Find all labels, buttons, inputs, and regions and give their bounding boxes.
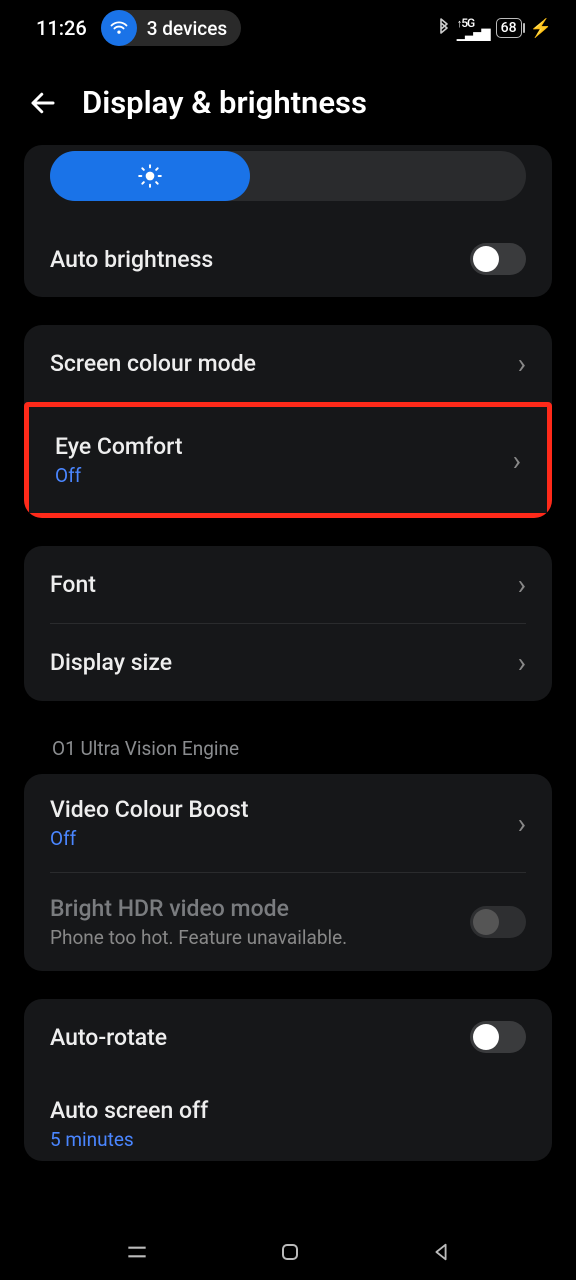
row-label: Auto screen off — [50, 1097, 526, 1124]
chevron-right-icon: › — [518, 347, 526, 380]
chevron-right-icon: › — [518, 568, 526, 601]
network-indicator: ↑5G▁▃▅▇ — [457, 18, 490, 39]
status-time: 11:26 — [36, 16, 87, 40]
row-sub: Phone too hot. Feature unavailable. — [50, 926, 470, 949]
bright-hdr-toggle — [470, 906, 526, 938]
sun-icon — [137, 163, 163, 189]
row-label: Screen colour mode — [50, 350, 518, 377]
row-label: Bright HDR video mode — [50, 895, 470, 922]
row-sub: Off — [55, 464, 513, 487]
row-label: Display size — [50, 649, 518, 676]
devices-pill[interactable]: 3 devices — [101, 10, 241, 46]
row-label: Video Colour Boost — [50, 796, 518, 823]
navigation-bar — [0, 1224, 576, 1280]
app-header: Display & brightness — [0, 56, 576, 145]
font-card: Font › Display size › — [24, 546, 552, 701]
auto-rotate-toggle[interactable] — [470, 1021, 526, 1053]
chevron-right-icon: › — [518, 807, 526, 840]
auto-brightness-toggle[interactable] — [470, 243, 526, 275]
row-sub: 5 minutes — [50, 1128, 526, 1151]
colour-card: Screen colour mode › Eye Comfort Off › — [24, 325, 552, 518]
recent-apps-button[interactable] — [124, 1239, 150, 1265]
bright-hdr-row: Bright HDR video mode Phone too hot. Fea… — [24, 873, 552, 971]
status-bar: 11:26 3 devices ↑5G▁▃▅▇ 68 ⚡ — [0, 0, 576, 56]
section-header-vision: O1 Ultra Vision Engine — [24, 729, 552, 774]
video-colour-boost-row[interactable]: Video Colour Boost Off › — [24, 774, 552, 872]
eye-comfort-row[interactable]: Eye Comfort Off › — [24, 402, 552, 518]
row-sub: Off — [50, 827, 518, 850]
rotate-card: Auto-rotate Auto screen off 5 minutes — [24, 999, 552, 1161]
auto-brightness-row[interactable]: Auto brightness — [24, 221, 552, 297]
back-nav-button[interactable] — [430, 1241, 452, 1263]
chevron-right-icon: › — [518, 646, 526, 679]
auto-rotate-row[interactable]: Auto-rotate — [24, 999, 552, 1075]
auto-brightness-label: Auto brightness — [50, 246, 470, 273]
row-label: Auto-rotate — [50, 1024, 470, 1051]
page-title: Display & brightness — [82, 84, 367, 121]
row-label: Eye Comfort — [55, 433, 513, 460]
charging-icon: ⚡ — [530, 18, 552, 39]
battery-indicator: 68 — [496, 18, 522, 38]
display-size-row[interactable]: Display size › — [24, 624, 552, 701]
back-button[interactable] — [28, 88, 58, 118]
wifi-icon — [101, 10, 137, 46]
brightness-card: Auto brightness — [24, 145, 552, 297]
screen-colour-mode-row[interactable]: Screen colour mode › — [24, 325, 552, 402]
home-button[interactable] — [278, 1240, 302, 1264]
chevron-right-icon: › — [513, 444, 521, 477]
auto-screen-off-row[interactable]: Auto screen off 5 minutes — [24, 1075, 552, 1161]
devices-label: 3 devices — [147, 17, 227, 40]
brightness-slider[interactable] — [50, 151, 526, 201]
row-label: Font — [50, 571, 518, 598]
font-row[interactable]: Font › — [24, 546, 552, 623]
vision-card: Video Colour Boost Off › Bright HDR vide… — [24, 774, 552, 971]
bluetooth-icon — [437, 18, 451, 38]
